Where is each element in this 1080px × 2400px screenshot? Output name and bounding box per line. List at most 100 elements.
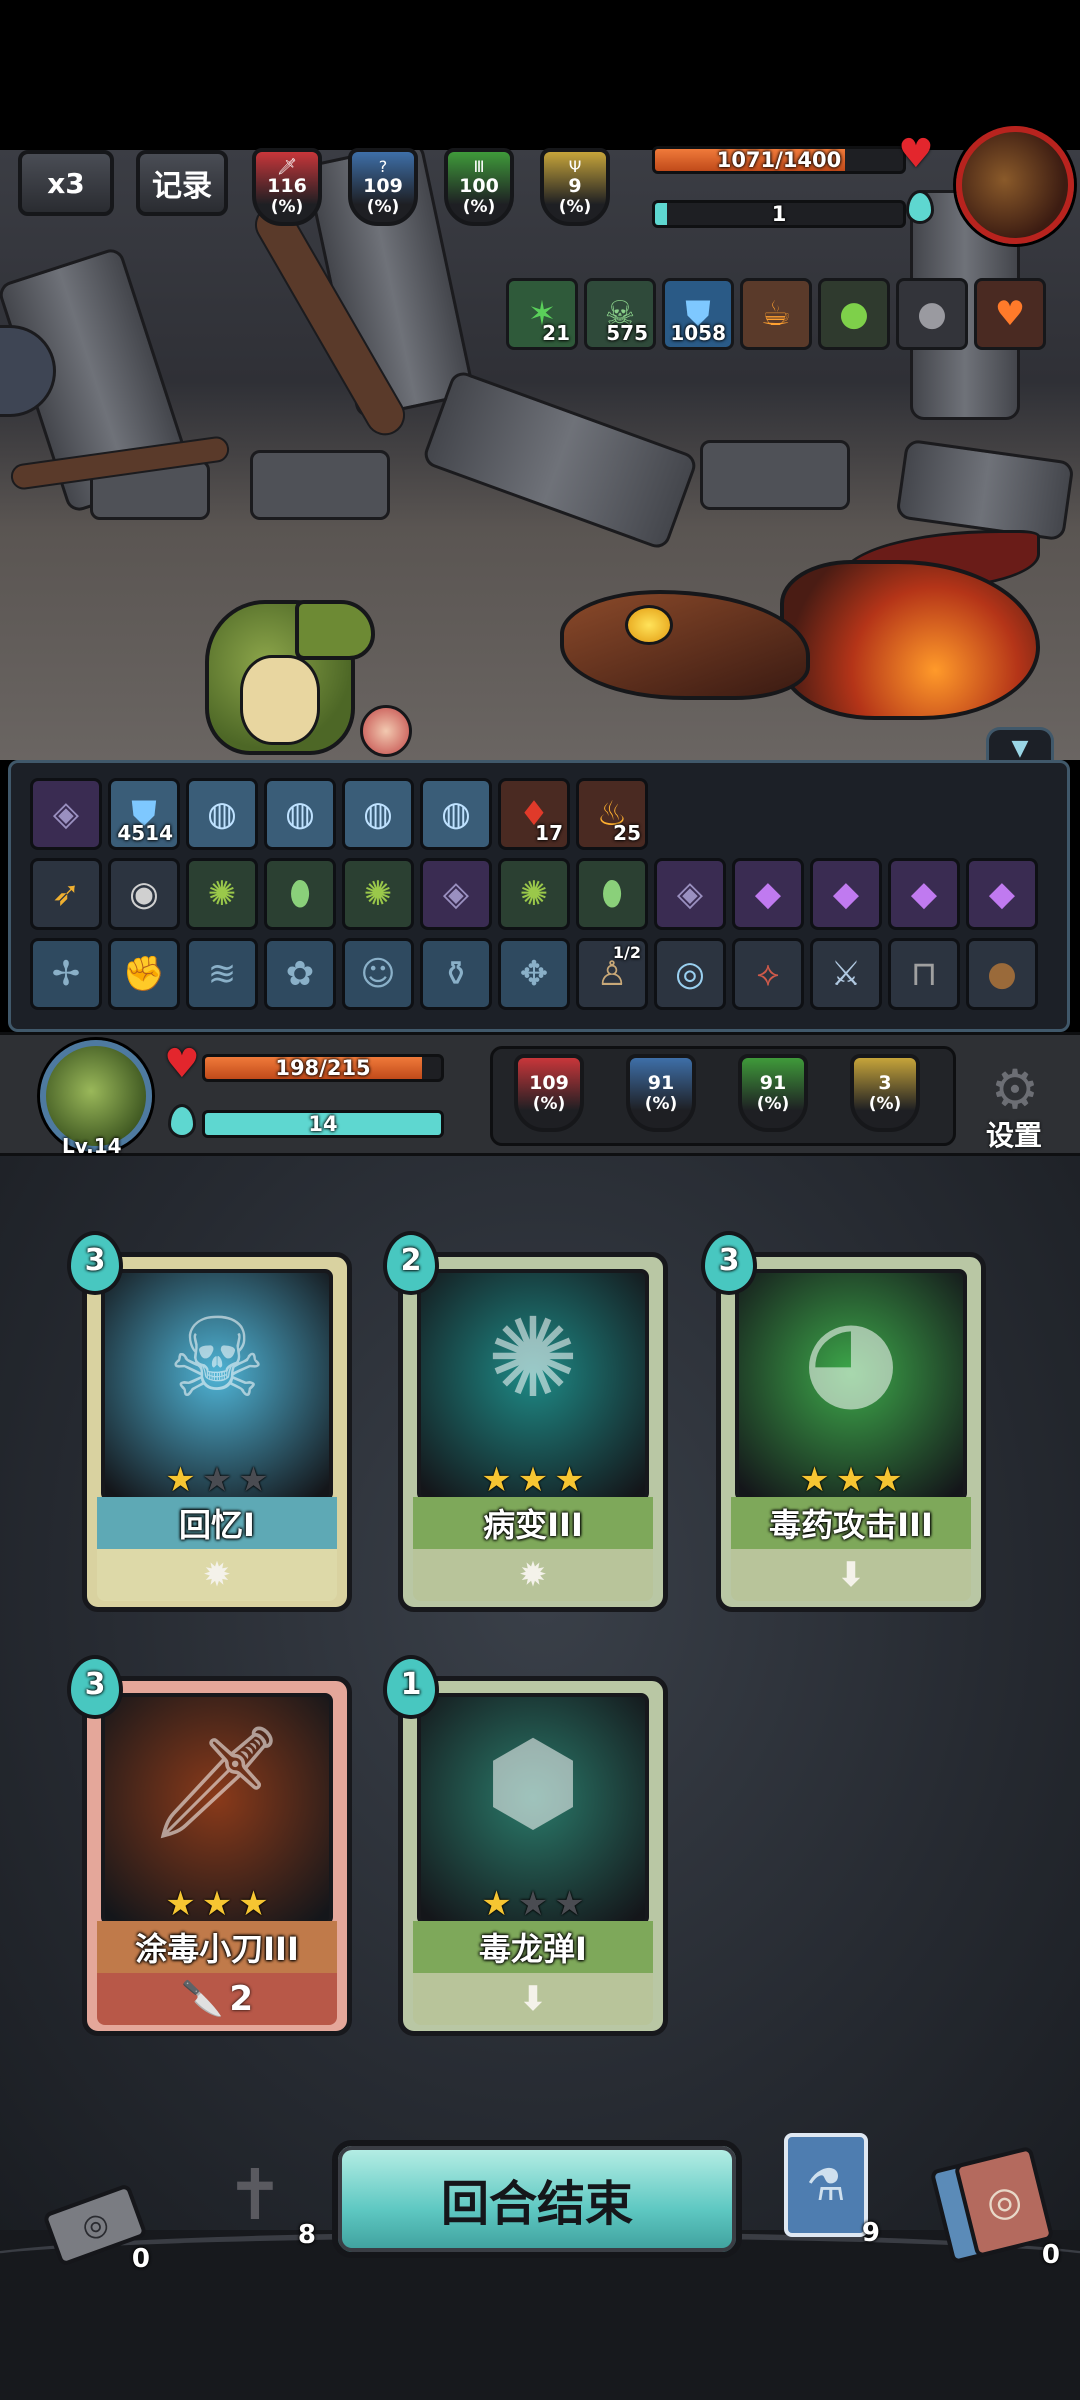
enemy-buff-slot[interactable]: ✶ 21 <box>506 278 578 350</box>
battle-log-button[interactable]: 记录 <box>136 150 228 216</box>
dim-potion-icon: ⚱ <box>441 954 471 994</box>
relic-slot[interactable]: ⚱ <box>420 938 492 1010</box>
relic-slot[interactable]: ♙ 1/2 <box>576 938 648 1010</box>
question-icon: ? <box>378 156 388 176</box>
relic-slot[interactable]: ≋ <box>186 938 258 1010</box>
end-turn-button[interactable]: 回合结束 <box>332 2140 742 2258</box>
relic-slot[interactable]: ◈ <box>654 858 726 930</box>
enemy-buff-slot[interactable]: ● <box>896 278 968 350</box>
dim-face-icon: ☺ <box>360 954 396 994</box>
grave-pile[interactable]: ✝ 8 <box>190 2140 320 2250</box>
spiral-drop-icon: ◍ <box>207 794 237 834</box>
relic-count: 4514 <box>117 821 173 845</box>
relic-slot[interactable]: ◆ <box>732 858 804 930</box>
enemy-buff-slot[interactable]: ⛊ 1058 <box>662 278 734 350</box>
relic-slot[interactable]: ✺ <box>498 858 570 930</box>
enemy-stat-percent: (%) <box>558 196 592 217</box>
enemy-dragon-character[interactable] <box>560 530 1050 730</box>
dim-rune-icon: ✢ <box>51 954 81 994</box>
card-energy-cost: 3 <box>67 1655 123 1719</box>
card-footer-value: 2 <box>229 1979 253 2019</box>
rune-stone-icon: ◈ <box>676 874 704 914</box>
player-stat-percent: (%) <box>868 1093 902 1114</box>
relic-slot[interactable]: ◈ <box>30 778 102 850</box>
relic-slot[interactable]: ♦ 17 <box>498 778 570 850</box>
potion-pile[interactable]: ⚗ 9 <box>778 2130 880 2248</box>
amulet-icon: ◎ <box>675 954 705 994</box>
speed-button[interactable]: x3 <box>18 150 114 216</box>
relic-slot[interactable]: ☺ <box>342 938 414 1010</box>
relic-slot[interactable]: ✢ <box>30 938 102 1010</box>
gear-icon[interactable]: ⚙ <box>980 1060 1050 1120</box>
enemy-buff-slot[interactable]: ● <box>818 278 890 350</box>
card-star-rating: ★ ★ ★ <box>403 1887 663 1921</box>
enemy-buff-slot[interactable]: ☕ <box>740 278 812 350</box>
skill-card[interactable]: ◕ ★ ★ ★ 毒药攻击III ⬇ 3 <box>701 1231 986 1612</box>
rubble <box>250 450 390 520</box>
enemy-buff-slot[interactable]: ☠ 575 <box>584 278 656 350</box>
enemy-energy-text: 1 <box>771 202 787 226</box>
star-icon: ★ <box>835 1460 867 1500</box>
croc-jaw <box>295 600 375 660</box>
card-name: 毒龙弹I <box>413 1921 653 1973</box>
skill-card[interactable]: ✺ ★ ★ ★ 病变III ✹ 2 <box>383 1231 668 1612</box>
relic-slot[interactable]: ◎ <box>654 938 726 1010</box>
player-stat-percent: (%) <box>532 1093 566 1114</box>
croc-token-icon: ✺ <box>363 874 393 914</box>
relic-slot[interactable]: ⛊ 4514 <box>108 778 180 850</box>
player-crocodile-character[interactable] <box>185 560 385 760</box>
card-type-footer: ⬇ <box>731 1549 971 1601</box>
relic-slot[interactable]: ♨ 25 <box>576 778 648 850</box>
settings-label[interactable]: 设置 <box>986 1114 1042 1154</box>
relic-slot[interactable]: ➶ <box>30 858 102 930</box>
enemy-buff-slot[interactable]: ♥ <box>974 278 1046 350</box>
player-stat-percent: (%) <box>644 1093 678 1114</box>
relic-slot[interactable]: ◍ <box>186 778 258 850</box>
card-name: 病变III <box>413 1497 653 1549</box>
relic-slot[interactable]: ✺ <box>186 858 258 930</box>
card-cost-value: 1 <box>400 1667 422 1702</box>
relic-slot[interactable]: ✺ <box>342 858 414 930</box>
relic-slot[interactable]: ⊓ <box>888 938 960 1010</box>
star-icon: ★ <box>238 1460 269 1500</box>
relic-slot[interactable]: ● <box>966 938 1038 1010</box>
star-icon: ★ <box>481 1460 512 1500</box>
star-icon: ★ <box>517 1884 549 1924</box>
skill-card[interactable]: 🗡 ★ ★ ★ 涂毒小刀III 🔪 2 3 <box>67 1655 352 2036</box>
star-icon: ★ <box>238 1884 269 1924</box>
relic-slot[interactable]: ◍ <box>342 778 414 850</box>
enemy-portrait[interactable] <box>956 126 1074 244</box>
relic-slot[interactable]: ◆ <box>810 858 882 930</box>
relic-slot[interactable]: ✥ <box>498 938 570 1010</box>
card-energy-cost: 3 <box>701 1231 757 1295</box>
skill-card[interactable]: ☠ ★ ★ ★ 回忆I ✹ 3 <box>67 1231 352 1612</box>
enemy-stat-value: 9 <box>568 174 582 197</box>
relic-slot[interactable]: ◆ <box>966 858 1038 930</box>
relic-slot[interactable]: ◍ <box>420 778 492 850</box>
relic-slot[interactable]: ✿ <box>264 938 336 1010</box>
croc-token-icon: ✺ <box>519 874 549 914</box>
relic-slot[interactable]: ⟡ <box>732 938 804 1010</box>
green-egg-icon: ⬮ <box>601 874 623 914</box>
star-icon: ★ <box>481 1884 512 1924</box>
relic-slot[interactable]: ✊ <box>108 938 180 1010</box>
relic-slot[interactable]: ⚔ <box>810 938 882 1010</box>
player-energy-text: 14 <box>308 1112 338 1136</box>
draw-pile[interactable]: ◎ 0 <box>929 2145 1060 2270</box>
relic-slot[interactable]: ⬮ <box>576 858 648 930</box>
card-cost-value: 3 <box>84 1667 106 1702</box>
red-feather-icon: ⟡ <box>756 954 780 994</box>
star-icon: ★ <box>201 1884 233 1924</box>
relic-slot[interactable]: ⬮ <box>264 858 336 930</box>
skill-card[interactable]: ⬢ ★ ★ ★ 毒龙弹I ⬇ 1 <box>383 1655 668 2036</box>
relic-slot[interactable]: ◈ <box>420 858 492 930</box>
purple-crystal-icon: ◆ <box>988 874 1016 914</box>
player-stat-badge: 91 (%) <box>738 1054 808 1132</box>
enemy-stat-value: 100 <box>459 174 499 197</box>
relic-slot[interactable]: ◆ <box>888 858 960 930</box>
relic-slot[interactable]: ◉ <box>108 858 180 930</box>
exhaust-count: 0 <box>131 2244 150 2274</box>
exhaust-pile[interactable]: ◎ 0 <box>40 2180 150 2274</box>
relic-slot[interactable]: ◍ <box>264 778 336 850</box>
enemy-buff-count: 575 <box>606 321 648 345</box>
